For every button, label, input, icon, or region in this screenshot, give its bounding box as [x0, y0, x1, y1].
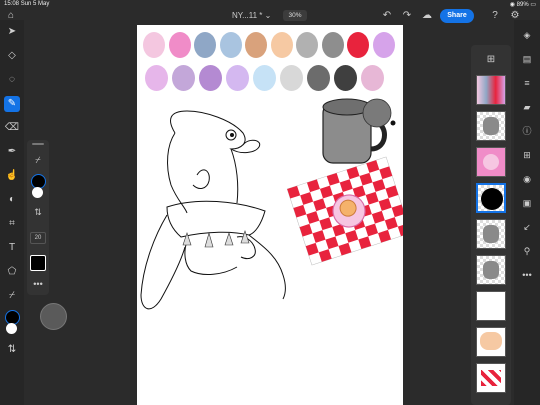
mask-icon[interactable]: ▣	[520, 196, 534, 210]
layers-panel: ⊞	[471, 45, 511, 405]
help-icon[interactable]: ?	[488, 9, 502, 23]
black-circle-thumb	[481, 188, 503, 210]
liquify-icon[interactable]: ◐	[4, 192, 20, 208]
layer-thumbnail-mug[interactable]	[476, 111, 506, 141]
document-title-text: NY...11 *	[232, 11, 263, 20]
mug-drawing	[322, 98, 396, 164]
fill-icon[interactable]: ✒	[4, 144, 20, 160]
document-title[interactable]: NY...11 * ⌄	[232, 11, 271, 20]
gray-shape-thumb	[483, 117, 499, 135]
brush-preview[interactable]	[30, 255, 46, 271]
select-arrow-icon[interactable]: ➤	[4, 24, 20, 40]
eyedropper-icon[interactable]: ⌿	[4, 288, 20, 304]
checkered-picnic-cloth	[286, 156, 403, 266]
eraser-icon[interactable]: ⌫	[4, 120, 20, 136]
swap-colors-icon[interactable]: ⇅	[4, 342, 20, 358]
status-time: 15:08	[4, 1, 20, 7]
brush-icon[interactable]: ✎	[4, 96, 20, 112]
redo-icon[interactable]: ↷	[400, 9, 414, 23]
eyedropper-small-icon[interactable]: ⌿	[30, 152, 46, 168]
secondary-color-swatch[interactable]	[6, 323, 17, 334]
cloud-icon[interactable]: ☁	[420, 9, 434, 23]
layers-icon[interactable]: ◈	[520, 28, 534, 42]
status-bar: 15:08 Sun 5 May ◉ 89% ▭	[0, 0, 540, 8]
comments-icon[interactable]: ▰	[520, 100, 534, 114]
peach-thumb	[480, 332, 502, 350]
crop-icon[interactable]: ⌗	[4, 216, 20, 232]
layer-thumbnail-dino-shadow-2[interactable]	[476, 255, 506, 285]
gray-shape-thumb	[483, 225, 499, 243]
swap-icon[interactable]: ⇅	[30, 204, 46, 220]
checker-thumb	[481, 370, 501, 386]
merge-icon[interactable]: ↙	[520, 220, 534, 234]
layer-thumbnail-dino-shadow-1[interactable]	[476, 219, 506, 249]
gray-shape-thumb	[483, 261, 499, 279]
panel-handle[interactable]	[32, 143, 44, 145]
layer-thumbnail-sketch[interactable]	[476, 291, 506, 321]
text-icon[interactable]: T	[4, 240, 20, 256]
artboard-canvas[interactable]	[137, 25, 403, 405]
top-toolbar: ⌂ NY...11 * ⌄ 30% ↶ ↷ ☁ Share ? ⚙	[0, 8, 540, 26]
layer-thumbnail-black-fill[interactable]	[476, 183, 506, 213]
undo-icon[interactable]: ↶	[380, 9, 394, 23]
share-button[interactable]: Share	[440, 9, 474, 23]
transform-icon[interactable]: ◇	[4, 48, 20, 64]
layer-thumbnail-checker[interactable]	[476, 363, 506, 393]
zoom-level[interactable]: 30%	[283, 10, 307, 21]
brush-size-value[interactable]: 20	[30, 232, 46, 244]
adjustments-icon[interactable]: ≡	[520, 76, 534, 90]
smudge-icon[interactable]: ☝	[4, 168, 20, 184]
visibility-eye-icon[interactable]: ◉	[520, 172, 534, 186]
more-options-icon[interactable]: •••	[30, 276, 46, 292]
dinosaur-pupil	[230, 133, 234, 137]
touch-modifier-button[interactable]	[40, 303, 67, 330]
plate-thumb	[483, 154, 499, 170]
panel-secondary-color[interactable]	[32, 187, 43, 198]
left-toolbar: ➤ ◇ ◌ ✎ ⌫ ✒ ☝ ◐ ⌗ T ⬠ ⌿ ⇅	[0, 20, 24, 405]
layer-stack-icon[interactable]: ▤	[520, 52, 534, 66]
more-icon[interactable]: •••	[520, 268, 534, 282]
lasso-icon[interactable]: ◌	[4, 72, 20, 88]
add-icon[interactable]: ⊞	[520, 148, 534, 162]
right-toolbar: ◈ ▤ ≡ ▰ ⓘ ⊞ ◉ ▣ ↙ ⚲ •••	[514, 20, 540, 405]
status-date: Sun 5 May	[20, 1, 50, 7]
artwork-drawing	[140, 98, 403, 310]
add-layer-icon[interactable]: ⊞	[484, 53, 498, 67]
layer-thumbnail-swatches[interactable]	[476, 75, 506, 105]
status-battery: ◉ 89% ▭	[509, 2, 536, 8]
dinosaur-sketch	[140, 110, 286, 310]
info-icon[interactable]: ⓘ	[520, 124, 534, 138]
status-time-date: 15:08 Sun 5 May	[4, 1, 49, 7]
brush-settings-icon[interactable]: ⚲	[520, 244, 534, 258]
shapes-icon[interactable]: ⬠	[4, 264, 20, 280]
brush-settings-panel: ⌿ ⇅ 20 •••	[27, 140, 49, 295]
layer-thumbnail-peach-blob[interactable]	[476, 327, 506, 357]
layer-thumbnail-plate[interactable]	[476, 147, 506, 177]
